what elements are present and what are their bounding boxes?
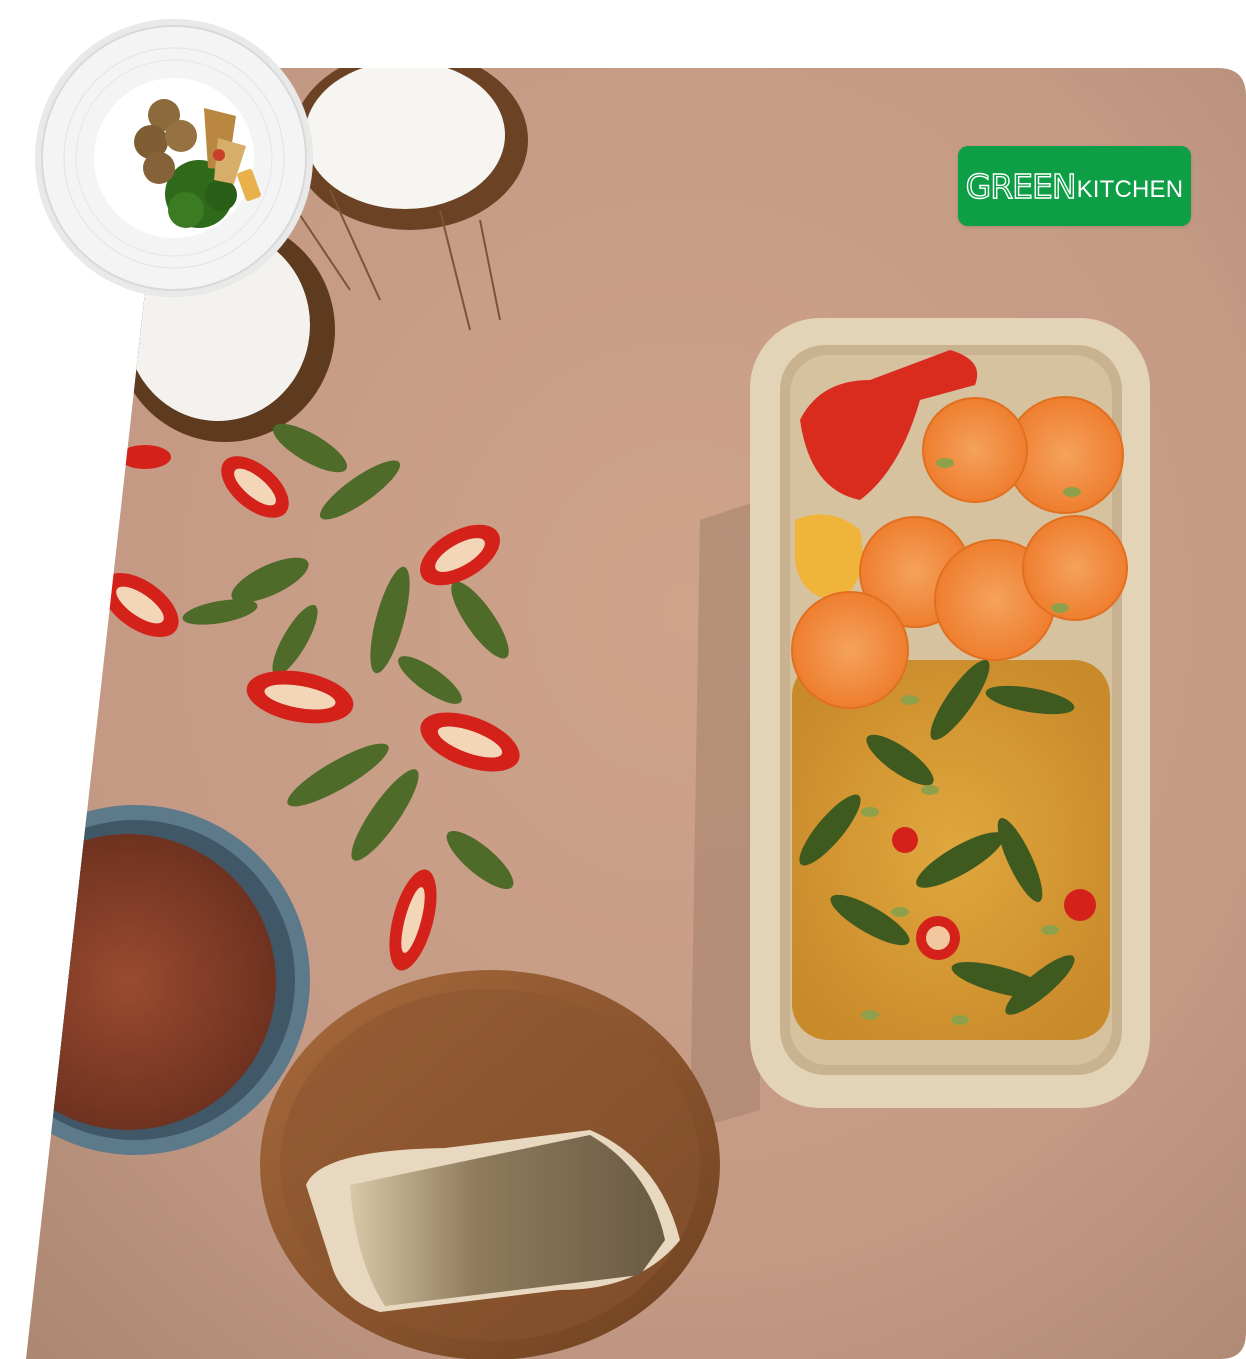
dish-thumbnail xyxy=(36,20,312,296)
brand-logo-green: GREEN xyxy=(965,166,1077,206)
brand-logo-badge: GREEN KITCHEN xyxy=(958,146,1191,226)
meatball-plate-image xyxy=(36,20,312,296)
brand-logo-kitchen: KITCHEN xyxy=(1076,176,1184,203)
